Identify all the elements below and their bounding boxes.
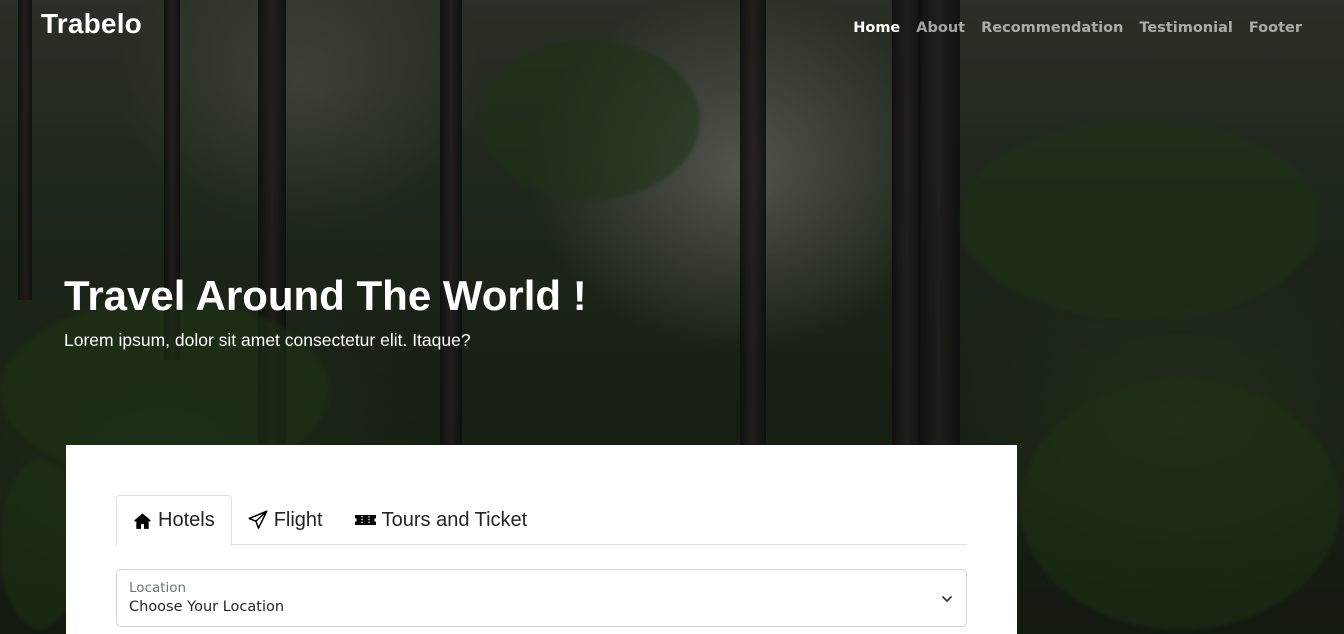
tab-label: Hotels [158, 509, 215, 531]
search-tabs: Hotels Flight Tours and Ticket [116, 495, 967, 546]
house-icon [133, 512, 152, 530]
search-card: Hotels Flight Tours and Ticket Location … [66, 445, 1017, 634]
tab-tours-and-ticket[interactable]: Tours and Ticket [339, 495, 544, 545]
tab-hotels[interactable]: Hotels [116, 495, 232, 546]
chevron-down-icon [941, 592, 953, 610]
nav-link-testimonial[interactable]: Testimonial [1139, 20, 1232, 36]
nav-link-recommendation[interactable]: Recommendation [981, 20, 1123, 36]
brand-logo[interactable]: Trabelo [41, 8, 142, 40]
tab-label: Flight [273, 508, 323, 531]
hero-title: Travel Around The World ! [64, 272, 587, 319]
location-value: Choose Your Location [129, 599, 285, 615]
paper-plane-icon [248, 510, 268, 530]
location-label: Location [129, 580, 187, 596]
hero-subtitle: Lorem ipsum, dolor sit amet consectetur … [64, 330, 471, 350]
ticket-icon [354, 513, 376, 527]
main-nav: Home About Recommendation Testimonial Fo… [853, 20, 1302, 36]
location-select[interactable]: Location Choose Your Location [116, 569, 967, 627]
tab-label: Tours and Ticket [381, 508, 528, 531]
nav-link-footer[interactable]: Footer [1249, 20, 1302, 36]
nav-link-home[interactable]: Home [853, 20, 900, 36]
tab-flight[interactable]: Flight [232, 495, 339, 545]
nav-link-about[interactable]: About [916, 20, 965, 36]
